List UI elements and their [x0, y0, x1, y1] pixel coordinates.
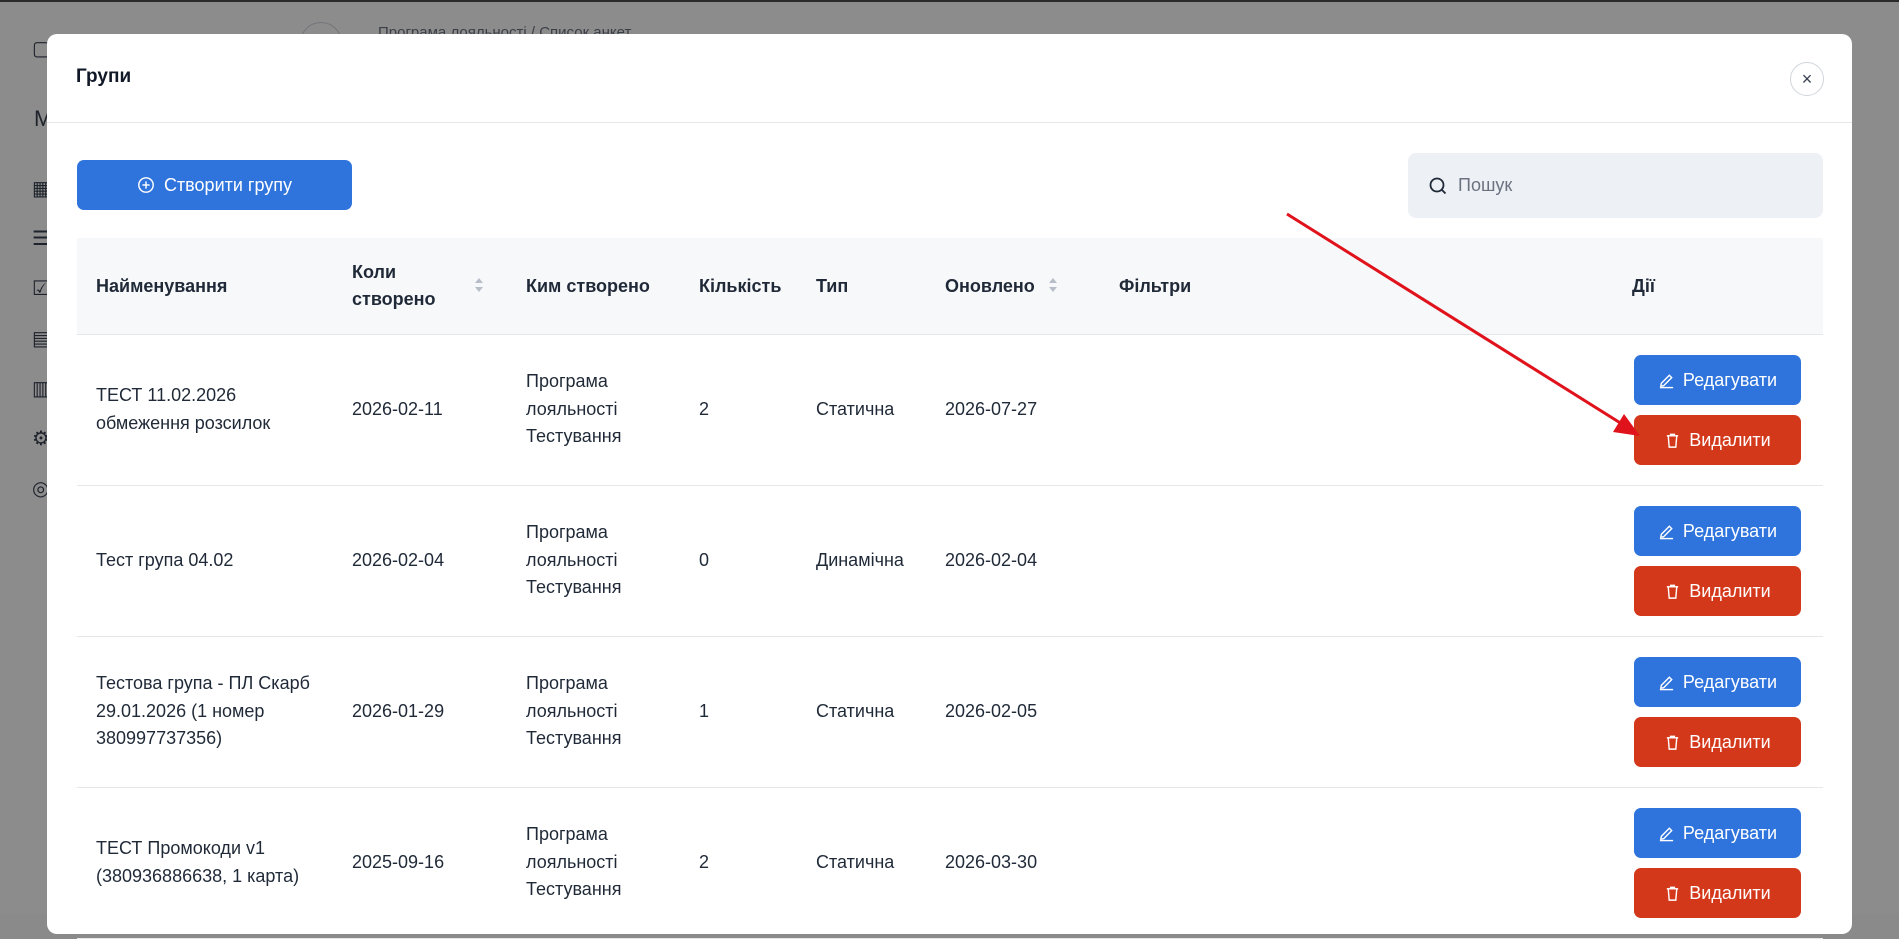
cell-created: 2025-09-16	[352, 852, 445, 872]
close-icon: ×	[1801, 68, 1813, 89]
search-input[interactable]	[1456, 174, 1800, 197]
author-line: Тестування	[526, 879, 622, 899]
table-header: Найменування Коли створено Ким створено …	[77, 238, 1823, 335]
trash-icon	[1667, 886, 1679, 901]
cell-created: 2026-02-04	[352, 550, 445, 570]
cell-count: 2	[699, 852, 710, 872]
groups-modal: Групи × Створити групу Найменування Коли…	[47, 34, 1852, 939]
cell-author: Програма лояльності Тестування	[526, 368, 621, 451]
author-line: Тестування	[526, 426, 622, 446]
sort-icon[interactable]	[474, 276, 484, 294]
pencil-icon	[1659, 373, 1674, 388]
cell-updated: 2026-02-05	[945, 701, 1038, 721]
trash-icon	[1667, 584, 1679, 599]
search-box[interactable]	[1408, 153, 1823, 218]
name-line: 380997737356)	[96, 728, 223, 748]
search-icon	[1429, 177, 1447, 194]
cell-name: Тестова група - ПЛ Скарб 29.01.2026 (1 н…	[96, 670, 310, 753]
edit-label: Редагувати	[1682, 671, 1778, 692]
pencil-icon	[1659, 524, 1674, 539]
cell-count: 0	[699, 550, 710, 570]
delete-button[interactable]: Видалити	[1634, 868, 1801, 918]
header-name: Найменування	[96, 276, 228, 296]
edit-button[interactable]: Редагувати	[1634, 808, 1801, 858]
close-button[interactable]: ×	[1790, 62, 1824, 96]
edit-label: Редагувати	[1682, 822, 1778, 843]
trash-icon	[1667, 735, 1679, 750]
cell-name: Тест група 04.02	[96, 547, 233, 575]
delete-button[interactable]: Видалити	[1634, 415, 1801, 465]
sort-icon[interactable]	[1048, 276, 1058, 294]
edit-label: Редагувати	[1682, 520, 1778, 541]
author-line: Програма	[526, 824, 608, 844]
name-line: Тест група 04.02	[96, 550, 234, 570]
name-line: обмеження розсилок	[96, 412, 271, 433]
modal-header: Групи ×	[47, 34, 1852, 123]
name-line: 29.01.2026 (1 номер	[96, 700, 265, 721]
name-line: ТЕСТ 11.02.2026	[96, 385, 237, 405]
name-line: ТЕСТ Промокоди v1	[96, 838, 266, 858]
groups-table: Найменування Коли створено Ким створено …	[77, 238, 1823, 939]
cell-author: Програма лояльності Тестування	[526, 821, 621, 904]
delete-label: Видалити	[1689, 882, 1771, 903]
delete-button[interactable]: Видалити	[1634, 717, 1801, 767]
header-count: Кількість	[699, 276, 782, 296]
edit-label: Редагувати	[1682, 369, 1778, 390]
delete-label: Видалити	[1689, 429, 1771, 450]
table-row: Тестова група - ПЛ Скарб 29.01.2026 (1 н…	[77, 637, 1823, 788]
edit-button[interactable]: Редагувати	[1634, 355, 1801, 405]
author-line: лояльності	[526, 700, 618, 721]
edit-button[interactable]: Редагувати	[1634, 506, 1801, 556]
table-row: ТЕСТ Промокоди v1 (380936886638, 1 карта…	[77, 788, 1823, 939]
header-author: Ким створено	[526, 276, 650, 296]
header-updated[interactable]: Оновлено	[945, 273, 1035, 300]
cell-type: Статична	[816, 852, 895, 872]
cell-type: Динамічна	[816, 550, 904, 570]
cell-type: Статична	[816, 399, 895, 419]
author-line: Програма	[526, 522, 608, 542]
cell-name: ТЕСТ Промокоди v1 (380936886638, 1 карта…	[96, 835, 299, 890]
trash-icon	[1667, 433, 1679, 448]
create-group-button[interactable]: Створити групу	[77, 160, 352, 210]
delete-button[interactable]: Видалити	[1634, 566, 1801, 616]
author-line: Програма	[526, 371, 608, 391]
delete-label: Видалити	[1689, 580, 1771, 601]
cell-updated: 2026-03-30	[945, 852, 1038, 872]
header-type: Тип	[816, 276, 849, 296]
modal-title: Групи	[76, 66, 132, 87]
name-line: (380936886638, 1 карта)	[96, 865, 300, 886]
pencil-icon	[1659, 675, 1674, 690]
header-actions: Дії	[1632, 276, 1655, 296]
header-created-line2: створено	[352, 289, 436, 309]
table-row: ТЕСТ 11.02.2026 обмеження розсилок 2026-…	[77, 335, 1823, 486]
cell-updated: 2026-07-27	[945, 399, 1038, 419]
cell-count: 2	[699, 399, 710, 419]
cell-created: 2026-02-11	[352, 399, 443, 419]
cell-count: 1	[699, 701, 710, 721]
cell-type: Статична	[816, 701, 895, 721]
name-line: Тестова група - ПЛ Скарб	[96, 673, 310, 693]
cell-updated: 2026-02-04	[945, 550, 1038, 570]
header-filters: Фільтри	[1119, 276, 1192, 296]
delete-label: Видалити	[1689, 731, 1771, 752]
create-group-label: Створити групу	[163, 174, 293, 195]
author-line: Тестування	[526, 577, 622, 597]
cell-name: ТЕСТ 11.02.2026 обмеження розсилок	[96, 382, 270, 437]
author-line: лояльності	[526, 549, 618, 570]
author-line: лояльності	[526, 851, 618, 872]
author-line: лояльності	[526, 398, 618, 419]
pencil-icon	[1659, 826, 1674, 841]
plus-circle-icon	[138, 177, 154, 193]
header-created[interactable]: Коли створено	[352, 259, 436, 313]
table-row: Тест група 04.02 2026-02-04 Програма лоя…	[77, 486, 1823, 637]
cell-author: Програма лояльності Тестування	[526, 670, 621, 753]
author-line: Програма	[526, 673, 608, 693]
edit-button[interactable]: Редагувати	[1634, 657, 1801, 707]
author-line: Тестування	[526, 728, 622, 748]
cell-created: 2026-01-29	[352, 701, 445, 721]
header-created-line1: Коли	[352, 262, 397, 282]
cell-author: Програма лояльності Тестування	[526, 519, 621, 602]
